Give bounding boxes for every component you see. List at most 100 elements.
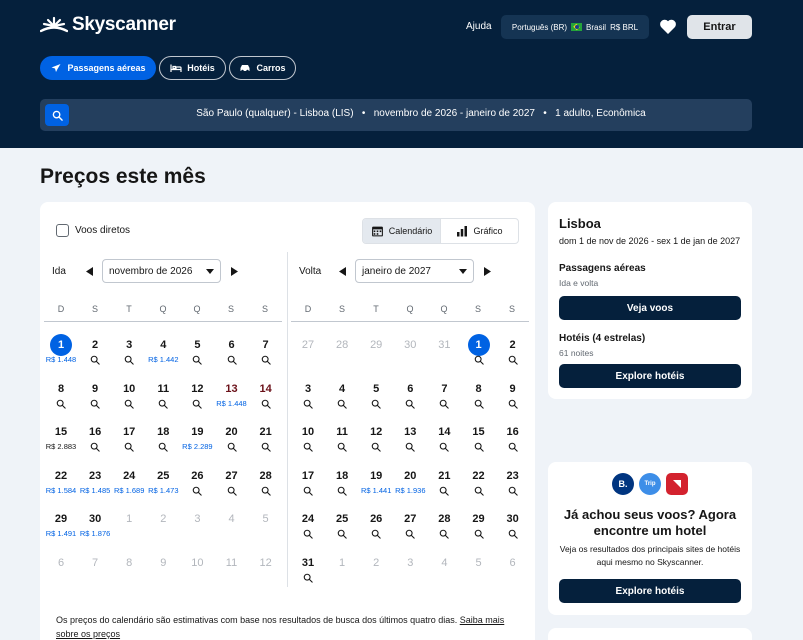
calendar-day[interactable]: 5 — [180, 330, 214, 370]
calendar-day[interactable]: 17 — [112, 417, 146, 457]
hotel-promo-button[interactable]: Explore hotéis — [559, 579, 741, 603]
tab-hotels[interactable]: Hotéis — [159, 56, 226, 80]
tab-cars[interactable]: Carros — [229, 56, 296, 80]
calendar-day[interactable]: 7 — [427, 374, 461, 414]
calendar-day[interactable]: 12 — [359, 417, 393, 457]
tab-flights[interactable]: Passagens aéreas — [40, 56, 156, 80]
day-number: 12 — [191, 382, 204, 395]
outbound-month-select[interactable]: novembro de 2026 — [102, 259, 221, 283]
calendar-day[interactable]: 26 — [359, 504, 393, 544]
direct-flights-checkbox[interactable]: Voos diretos — [56, 224, 130, 237]
calendar-day[interactable]: 28 — [427, 504, 461, 544]
calendar-day[interactable]: 30 R$ 1.876 — [78, 504, 112, 544]
day-number: 4 — [441, 556, 448, 569]
calendar-day[interactable]: 7 — [249, 330, 283, 370]
calendar-day[interactable]: 22 R$ 1.584 — [44, 461, 78, 501]
calendar-day[interactable]: 29 R$ 1.491 — [44, 504, 78, 544]
next-month-arrow-icon[interactable] — [227, 264, 241, 278]
calendar-day[interactable]: 30 — [496, 504, 530, 544]
calendar-day: 1 — [325, 548, 359, 588]
search-icon — [159, 399, 169, 409]
help-link[interactable]: Ajuda — [466, 21, 492, 32]
calendar-day[interactable]: 9 — [78, 374, 112, 414]
day-price: R$ 2.883 — [45, 442, 77, 451]
calendar-day[interactable]: 6 — [215, 330, 249, 370]
calendar-day[interactable]: 28 — [249, 461, 283, 501]
calendar-day[interactable]: 22 — [462, 461, 496, 501]
calendar-day[interactable]: 27 — [393, 504, 427, 544]
calendar-day[interactable]: 10 — [291, 417, 325, 457]
calendar-day[interactable]: 14 — [427, 417, 461, 457]
calendar-day[interactable]: 11 — [146, 374, 180, 414]
calendar-day: 11 — [215, 548, 249, 588]
day-number: 3 — [126, 339, 133, 351]
calendar-day[interactable]: 2 — [496, 330, 530, 370]
calendar-day[interactable]: 29 — [462, 504, 496, 544]
calendar-view-button[interactable]: Calendário — [363, 219, 440, 243]
checkbox-box[interactable] — [56, 224, 69, 237]
calendar-day[interactable]: 20 — [215, 417, 249, 457]
calendar-day[interactable]: 2 — [78, 330, 112, 370]
locale-selector[interactable]: Português (BR) Brasil R$ BRL — [501, 15, 649, 39]
calendar-day[interactable]: 6 — [393, 374, 427, 414]
heart-icon[interactable] — [659, 18, 677, 35]
calendar-day[interactable]: 23 R$ 1.485 — [78, 461, 112, 501]
day-number: 30 — [88, 513, 102, 525]
login-button[interactable]: Entrar — [687, 15, 752, 39]
see-flights-button[interactable]: Veja voos — [559, 296, 741, 320]
locale-language: Português (BR) — [511, 22, 568, 32]
calendar-day[interactable]: 24 — [291, 504, 325, 544]
explore-hotels-button[interactable]: Explore hotéis — [559, 364, 741, 388]
calendar-day[interactable]: 25 R$ 1.473 — [146, 461, 180, 501]
calendar-day[interactable]: 3 — [112, 330, 146, 370]
prev-month-arrow-icon[interactable] — [82, 264, 96, 278]
calendar-day[interactable]: 10 — [112, 374, 146, 414]
weekday-label: T — [126, 304, 132, 314]
calendar-day[interactable]: 8 — [462, 374, 496, 414]
calendar-day[interactable]: 4 R$ 1.442 — [146, 330, 180, 370]
calendar-day[interactable]: 3 — [291, 374, 325, 414]
calendar-day[interactable]: 15 R$ 2.883 — [44, 417, 78, 457]
calendar-day[interactable]: 31 — [291, 548, 325, 588]
calendar-day[interactable]: 12 — [180, 374, 214, 414]
calendar-day[interactable]: 23 — [496, 461, 530, 501]
day-number: 29 — [54, 513, 68, 525]
calendar-day[interactable]: 13 R$ 1.448 — [215, 374, 249, 414]
calendar-day[interactable]: 14 — [249, 374, 283, 414]
next-month-arrow-icon[interactable] — [480, 264, 494, 278]
calendar-day[interactable]: 16 — [78, 417, 112, 457]
calendar-day[interactable]: 21 — [249, 417, 283, 457]
calendar-day[interactable]: 4 — [325, 374, 359, 414]
return-month-select[interactable]: janeiro de 2027 — [355, 259, 474, 283]
calendar-day[interactable]: 1 — [462, 330, 496, 370]
calendar-day[interactable]: 5 — [359, 374, 393, 414]
calendar-day[interactable]: 1 R$ 1.448 — [44, 330, 78, 370]
search-icon — [474, 529, 484, 539]
search-summary-bar[interactable]: São Paulo (qualquer) - Lisboa (LIS) • no… — [40, 99, 752, 131]
calendar-day[interactable]: 26 — [180, 461, 214, 501]
calendar-day[interactable]: 8 — [44, 374, 78, 414]
hotels-com-logo-icon — [666, 473, 688, 495]
calendar-day[interactable]: 18 — [325, 461, 359, 501]
calendar-day[interactable]: 24 R$ 1.689 — [112, 461, 146, 501]
calendar-day[interactable]: 16 — [496, 417, 530, 457]
prev-month-arrow-icon[interactable] — [335, 264, 349, 278]
calendar-day[interactable]: 9 — [496, 374, 530, 414]
calendar-day[interactable]: 20 R$ 1.936 — [393, 461, 427, 501]
calendar-day[interactable]: 25 — [325, 504, 359, 544]
calendar-day[interactable]: 27 — [215, 461, 249, 501]
chart-view-button[interactable]: Gráfico — [440, 219, 518, 243]
calendar-day[interactable]: 19 R$ 2.289 — [180, 417, 214, 457]
calendar-day[interactable]: 13 — [393, 417, 427, 457]
calendar-day[interactable]: 19 R$ 1.441 — [359, 461, 393, 501]
calendar-day[interactable]: 18 — [146, 417, 180, 457]
calendar-day[interactable]: 17 — [291, 461, 325, 501]
calendar-day[interactable]: 11 — [325, 417, 359, 457]
search-icon — [193, 355, 203, 365]
calendar-day[interactable]: 21 — [427, 461, 461, 501]
weekday-label: Q — [159, 304, 167, 314]
search-icon — [303, 442, 313, 452]
brand-logo[interactable]: Skyscanner — [40, 14, 176, 36]
calendar-day: 7 — [78, 548, 112, 588]
calendar-day[interactable]: 15 — [462, 417, 496, 457]
